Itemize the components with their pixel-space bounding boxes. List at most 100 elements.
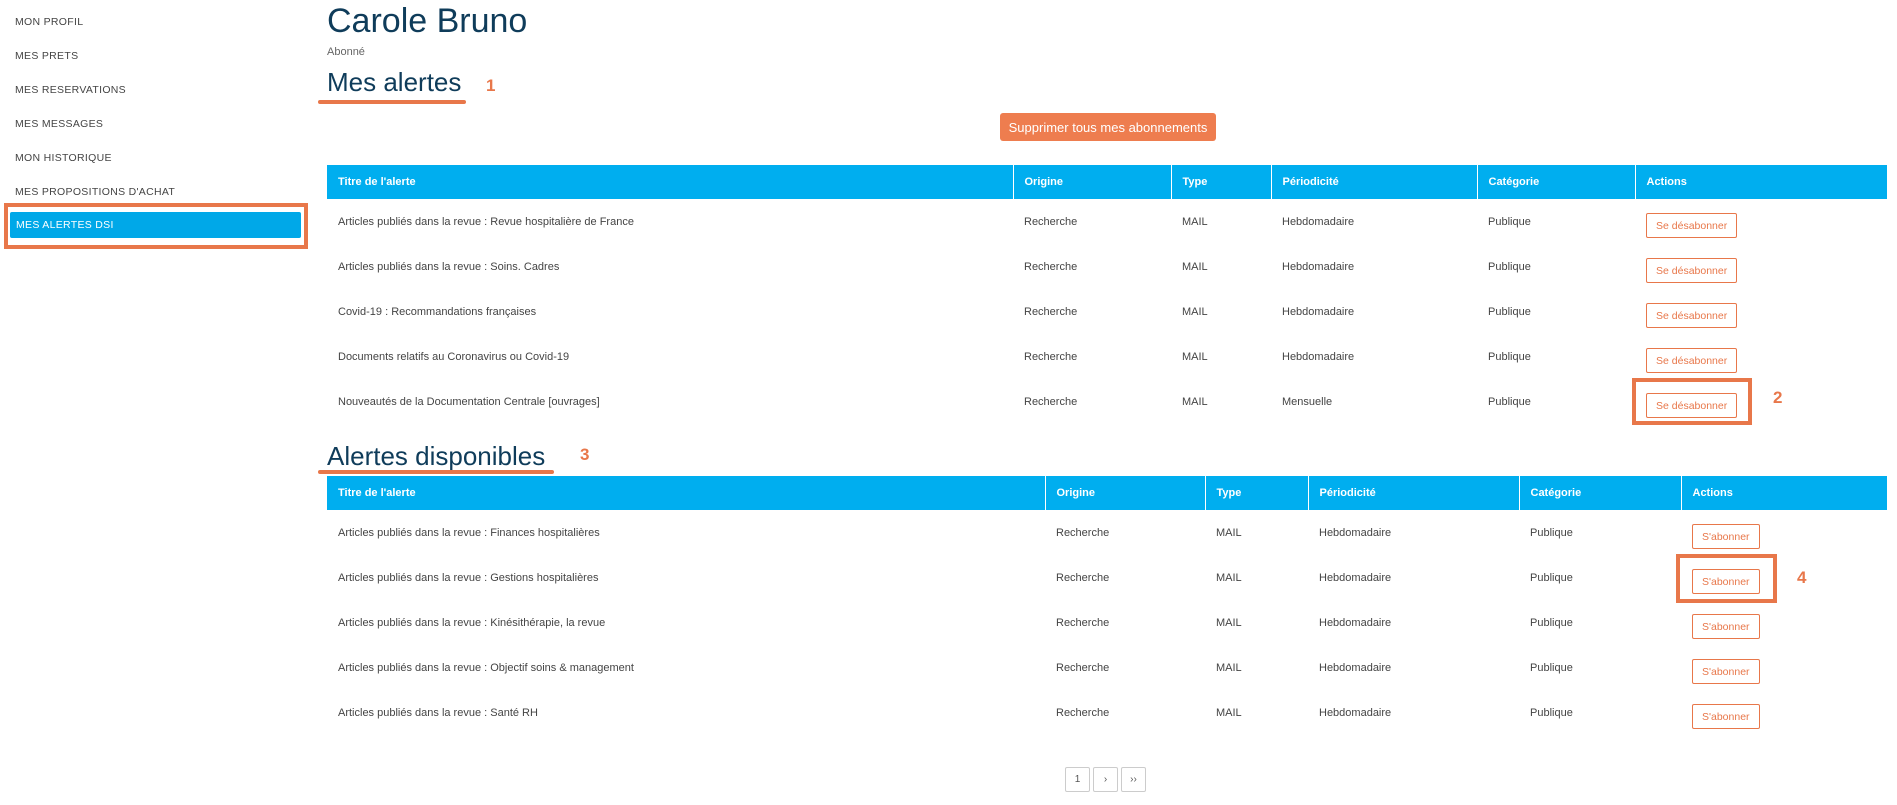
- page-title: Carole Bruno: [327, 2, 528, 40]
- column-header: Périodicité: [1308, 476, 1520, 510]
- page-1-button[interactable]: 1: [1065, 767, 1090, 792]
- annotation-number: 2: [1773, 388, 1783, 407]
- alert-title: Articles publiés dans la revue : Finance…: [338, 526, 600, 539]
- alert-origin: Recherche: [1056, 661, 1110, 674]
- table-row: Documents relatifs au Coronavirus ou Cov…: [327, 334, 1887, 379]
- column-header: Origine: [1013, 165, 1172, 199]
- alert-title: Articles publiés dans la revue : Kinésit…: [338, 616, 606, 629]
- sidebar-item-purchase-proposals[interactable]: MES PROPOSITIONS D'ACHAT: [15, 186, 175, 198]
- alert-type: MAIL: [1216, 571, 1242, 584]
- table-row: Nouveautés de la Documentation Centrale …: [327, 379, 1887, 424]
- alert-type: MAIL: [1216, 706, 1242, 719]
- alert-title: Covid-19 : Recommandations françaises: [338, 305, 537, 318]
- alert-periodicity: Hebdomadaire: [1282, 215, 1355, 228]
- table-row: Covid-19 : Recommandations françaises Re…: [327, 289, 1887, 334]
- available-alerts-heading: Alertes disponibles: [327, 441, 546, 471]
- unsubscribe-button[interactable]: Se désabonner: [1646, 213, 1738, 238]
- column-header: Origine: [1045, 476, 1206, 510]
- column-header: Titre de l'alerte: [327, 165, 1014, 199]
- subscribe-button[interactable]: S'abonner: [1692, 614, 1760, 639]
- subscribe-button[interactable]: S'abonner: [1692, 569, 1760, 594]
- alert-type: MAIL: [1182, 215, 1208, 228]
- next-page-button[interactable]: ›: [1093, 767, 1118, 792]
- alert-type: MAIL: [1182, 305, 1208, 318]
- alert-periodicity: Mensuelle: [1282, 395, 1333, 408]
- my-alerts-underline: [318, 100, 466, 104]
- column-header: Catégorie: [1477, 165, 1636, 199]
- alert-periodicity: Hebdomadaire: [1282, 305, 1355, 318]
- sidebar-item-profile[interactable]: MON PROFIL: [15, 16, 83, 28]
- column-header: Périodicité: [1271, 165, 1478, 199]
- alert-origin: Recherche: [1056, 706, 1110, 719]
- sidebar-item-history[interactable]: MON HISTORIQUE: [15, 152, 112, 164]
- alert-category: Publique: [1488, 350, 1531, 363]
- sidebar-item-dsi-alerts[interactable]: MES ALERTES DSI: [10, 212, 301, 238]
- alert-title: Articles publiés dans la revue : Objecti…: [338, 661, 634, 674]
- unsubscribe-button[interactable]: Se désabonner: [1646, 258, 1738, 283]
- column-header: Actions: [1646, 176, 1687, 188]
- delete-all-subscriptions-button[interactable]: Supprimer tous mes abonnements: [1000, 113, 1216, 141]
- alert-periodicity: Hebdomadaire: [1319, 661, 1392, 674]
- unsubscribe-button[interactable]: Se désabonner: [1646, 348, 1738, 373]
- alert-category: Publique: [1530, 571, 1573, 584]
- alert-origin: Recherche: [1056, 526, 1110, 539]
- available-alerts-underline: [318, 470, 554, 474]
- subscribe-button[interactable]: S'abonner: [1692, 524, 1760, 549]
- alert-title: Articles publiés dans la revue : Santé R…: [338, 706, 538, 719]
- alert-origin: Recherche: [1056, 616, 1110, 629]
- sidebar-item-loans[interactable]: MES PRETS: [15, 50, 78, 62]
- sidebar-item-reservations[interactable]: MES RESERVATIONS: [15, 84, 126, 96]
- alert-periodicity: Hebdomadaire: [1319, 616, 1392, 629]
- table-header-row: Titre de l'alerte Origine Type Périodici…: [327, 476, 1887, 510]
- alert-title: Articles publiés dans la revue : Soins. …: [338, 260, 560, 273]
- alert-category: Publique: [1488, 305, 1531, 318]
- alert-title: Documents relatifs au Coronavirus ou Cov…: [338, 350, 570, 363]
- table-row: Articles publiés dans la revue : Kinésit…: [327, 600, 1887, 645]
- alert-type: MAIL: [1216, 616, 1242, 629]
- alert-origin: Recherche: [1024, 260, 1078, 273]
- alert-origin: Recherche: [1056, 571, 1110, 584]
- alert-type: MAIL: [1216, 526, 1242, 539]
- alert-title: Articles publiés dans la revue : Gestion…: [338, 571, 599, 584]
- pagination: 1 › ››: [1065, 767, 1146, 792]
- column-header: Catégorie: [1519, 476, 1682, 510]
- user-status: Abonné: [327, 46, 365, 58]
- column-header: Type: [1171, 165, 1272, 199]
- subscribe-button[interactable]: S'abonner: [1692, 659, 1760, 684]
- alert-type: MAIL: [1216, 661, 1242, 674]
- column-header: Type: [1205, 476, 1309, 510]
- table-row: Articles publiés dans la revue : Revue h…: [327, 199, 1887, 244]
- annotation-number: 4: [1797, 568, 1807, 587]
- alert-category: Publique: [1530, 616, 1573, 629]
- table-row: Articles publiés dans la revue : Objecti…: [327, 645, 1887, 690]
- alert-category: Publique: [1530, 661, 1573, 674]
- alert-category: Publique: [1530, 706, 1573, 719]
- sidebar: MON PROFIL MES PRETS MES RESERVATIONS ME…: [0, 0, 310, 805]
- last-page-button[interactable]: ››: [1121, 767, 1146, 792]
- table-row: Articles publiés dans la revue : Soins. …: [327, 244, 1887, 289]
- annotation-number: 1: [486, 76, 496, 95]
- alert-origin: Recherche: [1024, 305, 1078, 318]
- my-alerts-heading: Mes alertes: [327, 67, 462, 97]
- column-header: Titre de l'alerte: [327, 476, 1046, 510]
- alert-origin: Recherche: [1024, 215, 1078, 228]
- alert-periodicity: Hebdomadaire: [1282, 350, 1355, 363]
- my-alerts-table: Titre de l'alerte Origine Type Périodici…: [327, 165, 1887, 424]
- alert-periodicity: Hebdomadaire: [1319, 526, 1392, 539]
- sidebar-item-messages[interactable]: MES MESSAGES: [15, 118, 103, 130]
- alert-category: Publique: [1488, 260, 1531, 273]
- alert-category: Publique: [1488, 395, 1531, 408]
- alert-category: Publique: [1530, 526, 1573, 539]
- alert-periodicity: Hebdomadaire: [1319, 706, 1392, 719]
- unsubscribe-button[interactable]: Se désabonner: [1646, 393, 1738, 418]
- alert-category: Publique: [1488, 215, 1531, 228]
- table-row: Articles publiés dans la revue : Gestion…: [327, 555, 1887, 600]
- subscribe-button[interactable]: S'abonner: [1692, 704, 1760, 729]
- alert-type: MAIL: [1182, 350, 1208, 363]
- table-row: Articles publiés dans la revue : Finance…: [327, 510, 1887, 555]
- table-header-row: Titre de l'alerte Origine Type Périodici…: [327, 165, 1887, 199]
- alert-title: Articles publiés dans la revue : Revue h…: [338, 215, 634, 228]
- alert-type: MAIL: [1182, 395, 1208, 408]
- unsubscribe-button[interactable]: Se désabonner: [1646, 303, 1738, 328]
- table-row: Articles publiés dans la revue : Santé R…: [327, 690, 1887, 735]
